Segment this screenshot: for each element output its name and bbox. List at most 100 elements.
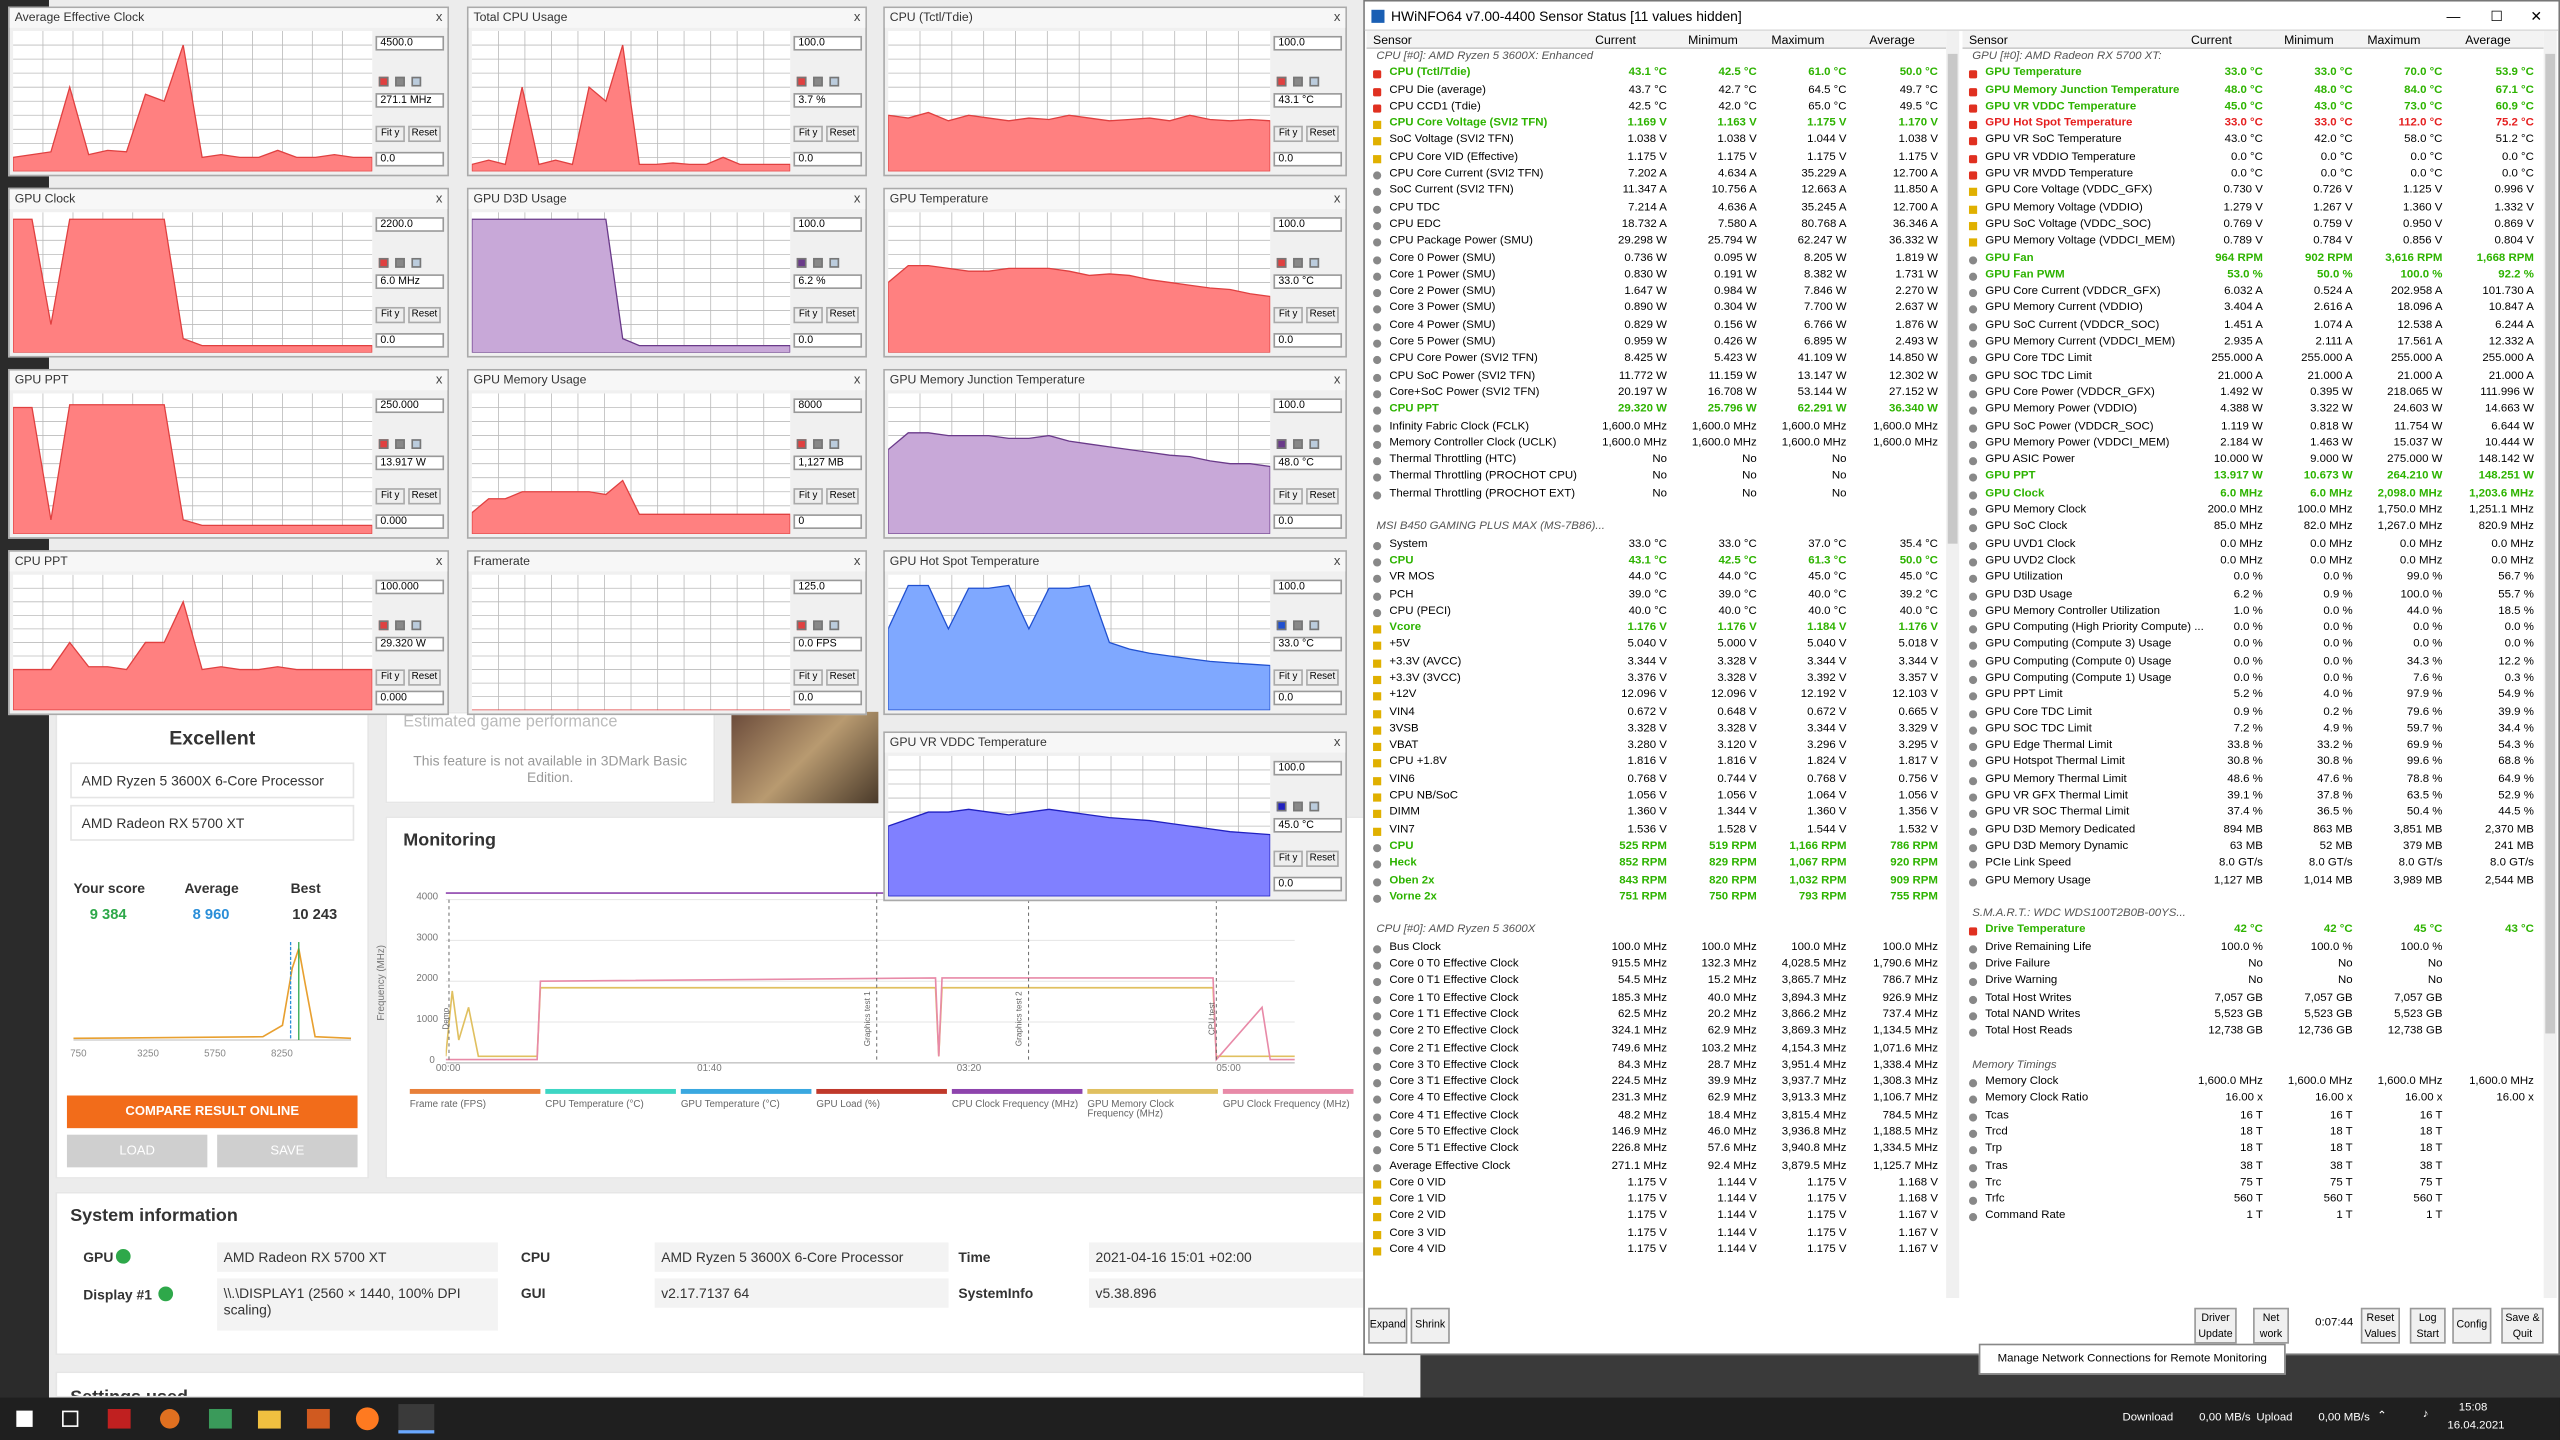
sensor-row[interactable]: Core 0 T0 Effective Clock 915.5 MHz 132.3 … [1367, 957, 1947, 974]
sensor-row[interactable]: GPU Memory Usage 1,127 MB 1,014 MB 3,989 MB… [1962, 873, 2543, 890]
sensor-row[interactable]: Core 3 T0 Effective Clock 84.3 MHz 28.7 MH… [1367, 1058, 1947, 1075]
reset-values-button[interactable]: Reset Values [2360, 1307, 2400, 1344]
sensor-row[interactable]: 3VSB 3.328 V 3.328 V 3.344 V 3.329 V [1367, 721, 1947, 738]
sensor-row[interactable]: VIN6 0.768 V 0.744 V 0.768 V 0.756 V [1367, 772, 1947, 789]
sensor-graph-window[interactable]: GPU Hot Spot Temperature x 100.0 33.0 °C … [883, 550, 1347, 716]
sensor-row[interactable]: Core 3 T1 Effective Clock 224.5 MHz 39.9 M… [1367, 1074, 1947, 1091]
sensor-row[interactable]: Trc 75 T 75 T 75 T [1962, 1175, 2543, 1192]
fit-y-button[interactable]: Fit y [793, 669, 823, 686]
close-icon[interactable]: x [1334, 371, 1341, 391]
sensor-row[interactable] [1962, 1041, 2543, 1058]
fit-y-button[interactable]: Fit y [375, 669, 405, 686]
sensor-row[interactable]: GPU Memory Current (VDDCI_MEM) 2.935 A 2.1… [1962, 335, 2543, 352]
sensor-row[interactable]: Drive Failure No No No [1962, 957, 2543, 974]
maximize-icon[interactable]: ☐ [2490, 2, 2502, 31]
sensor-row[interactable]: GPU SoC Voltage (VDDC_SOC) 0.769 V 0.759 V… [1962, 217, 2543, 234]
sensor-row[interactable]: GPU Computing (Compute 0) Usage 0.0 % 0.0 … [1962, 654, 2543, 671]
fit-y-button[interactable]: Fit y [1273, 306, 1303, 324]
reset-button[interactable]: Reset [408, 125, 441, 143]
close-icon[interactable]: x [1334, 733, 1341, 753]
sensor-row[interactable]: CPU SoC Power (SVI2 TFN) 11.772 W 11.159 W… [1367, 368, 1947, 385]
sensor-row[interactable]: GPU SoC Current (VDDCR_SOC) 1.451 A 1.074 … [1962, 318, 2543, 335]
sensor-row[interactable]: S.M.A.R.T.: WDC WDS100T2B0B-00YS... [1962, 906, 2543, 923]
sensor-row[interactable]: Core 4 Power (SMU) 0.829 W 0.156 W 6.766 W1… [1367, 318, 1947, 335]
col-sensor[interactable]: Sensor [1969, 31, 2008, 49]
app-icon[interactable] [107, 1408, 131, 1429]
sensor-row[interactable]: Total Host Writes 7,057 GB 7,057 GB 7,057 G… [1962, 990, 2543, 1007]
sensor-row[interactable]: GPU SOC TDC Limit 7.2 % 4.9 % 59.7 % 34.4 % [1962, 721, 2543, 738]
sensor-row[interactable]: GPU VR SoC Temperature 43.0 °C 42.0 °C 58.0… [1962, 133, 2543, 150]
sensor-row[interactable]: GPU D3D Memory Dynamic 63 MB 52 MB 379 MB 24… [1962, 839, 2543, 856]
sensor-row[interactable]: GPU VR VDDIO Temperature 0.0 °C 0.0 °C 0.0 … [1962, 150, 2543, 167]
legend-item[interactable]: GPU Temperature (°C) [680, 1088, 812, 1110]
close-icon[interactable]: x [1334, 8, 1341, 28]
sensor-row[interactable]: GPU Core Current (VDDCR_GFX) 6.032 A 0.524… [1962, 284, 2543, 301]
clock-date[interactable]: 16.04.2021 [2447, 1420, 2504, 1431]
sensor-row[interactable]: Core 2 T0 Effective Clock 324.1 MHz 62.9 M… [1367, 1024, 1947, 1041]
color-swatch[interactable] [813, 76, 823, 87]
color-swatch[interactable] [796, 257, 807, 268]
sensor-row[interactable]: GPU Fan 964 RPM 902 RPM 3,616 RPM 1,668 RPM [1962, 251, 2543, 268]
color-swatch[interactable] [1276, 801, 1287, 812]
col-maximum[interactable]: Maximum [2367, 31, 2420, 49]
fit-y-button[interactable]: Fit y [1273, 669, 1303, 686]
sensor-row[interactable]: CPU Core VID (Effective) 1.175 V 1.175 V 1.… [1367, 150, 1947, 167]
sensor-row[interactable]: GPU Computing (Compute 3) Usage 0.0 % 0.0 … [1962, 637, 2543, 654]
reset-button[interactable]: Reset [1306, 850, 1339, 867]
network-button[interactable]: Net work [2253, 1307, 2289, 1344]
color-swatch[interactable] [1293, 76, 1303, 87]
fit-y-button[interactable]: Fit y [375, 488, 405, 505]
sensor-row[interactable]: CPU Package Power (SMU) 29.298 W 25.794 W6… [1367, 234, 1947, 251]
sensor-row[interactable]: GPU VR GFX Thermal Limit 39.1 % 37.8 % 63.5… [1962, 789, 2543, 806]
legend-item[interactable]: GPU Clock Frequency (MHz) [1222, 1088, 1354, 1110]
scrollbar[interactable] [1946, 31, 1960, 1298]
fit-y-button[interactable]: Fit y [375, 306, 405, 324]
close-icon[interactable]: x [436, 8, 443, 28]
sensor-row[interactable]: GPU VR SOC Thermal Limit 37.4 % 36.5 % 50.4… [1962, 805, 2543, 822]
sensor-row[interactable]: Core 1 T0 Effective Clock 185.3 MHz 40.0 M… [1367, 990, 1947, 1007]
close-icon[interactable]: x [854, 8, 861, 28]
sensor-graph-window[interactable]: GPU PPT x 250.000 13.917 W Fit y Reset 0.… [8, 368, 449, 539]
hwinfo-task-icon[interactable] [398, 1404, 435, 1434]
sensor-row[interactable]: CPU 43.1 °C 42.5 °C 61.3 °C 50.0 °C [1367, 553, 1947, 570]
sensor-row[interactable]: GPU Memory Power (VDDCI_MEM) 2.184 W 1.463… [1962, 436, 2543, 453]
sensor-row[interactable]: Memory Controller Clock (UCLK) 1,600.0 MH… [1367, 436, 1947, 453]
sensor-row[interactable]: GPU D3D Usage 6.2 % 0.9 % 100.0 % 55.7 % [1962, 587, 2543, 604]
sensor-graph-window[interactable]: GPU Temperature x 100.0 33.0 °C Fit y Res… [883, 187, 1347, 358]
color-swatch[interactable] [829, 76, 840, 87]
sensor-row[interactable]: Core 0 Power (SMU) 0.736 W 0.095 W 8.205 W1… [1367, 251, 1947, 268]
reset-button[interactable]: Reset [408, 669, 441, 686]
color-swatch[interactable] [395, 257, 405, 268]
color-swatch[interactable] [813, 620, 823, 631]
sensor-row[interactable]: System 33.0 °C 33.0 °C 37.0 °C 35.4 °C [1367, 537, 1947, 554]
col-sensor[interactable]: Sensor [1373, 31, 1412, 49]
fit-y-button[interactable]: Fit y [793, 125, 823, 143]
sensor-row[interactable]: Vcore 1.176 V 1.176 V 1.184 V 1.176 V [1367, 621, 1947, 638]
close-icon[interactable]: x [854, 552, 861, 572]
table-header[interactable]: Sensor Current Minimum Maximum Average [1366, 31, 1947, 49]
sensor-row[interactable]: Core 3 VID 1.175 V 1.144 V 1.175 V 1.167 V [1367, 1226, 1947, 1243]
reset-button[interactable]: Reset [826, 125, 859, 143]
reset-button[interactable]: Reset [1306, 669, 1339, 686]
table-header[interactable]: Sensor Current Minimum Maximum Average [1962, 31, 2544, 49]
color-swatch[interactable] [1276, 439, 1287, 449]
reset-button[interactable]: Reset [826, 669, 859, 686]
sensor-row[interactable]: CPU +1.8V 1.816 V 1.816 V 1.824 V 1.817 V [1367, 755, 1947, 772]
sensor-graph-window[interactable]: GPU D3D Usage x 100.0 6.2 % Fit y Reset 0… [466, 187, 867, 358]
sensor-graph-window[interactable]: GPU Memory Usage x 8000 1,127 MB Fit y Re… [466, 368, 867, 539]
sensor-row[interactable]: CPU Core Current (SVI2 TFN) 7.202 A 4.634 … [1367, 167, 1947, 184]
sensor-row[interactable]: CPU NB/SoC 1.056 V 1.056 V 1.064 V 1.056 V [1367, 789, 1947, 806]
sensor-row[interactable]: Core 4 T1 Effective Clock 48.2 MHz 18.4 MH… [1367, 1108, 1947, 1125]
sensor-row[interactable]: GPU PPT 13.917 W 10.673 W 264.210 W 148.251 … [1962, 469, 2543, 486]
close-icon[interactable]: x [854, 371, 861, 391]
sensor-row[interactable]: Core 5 Power (SMU) 0.959 W 0.426 W 6.895 W2… [1367, 335, 1947, 352]
sensor-row[interactable]: GPU Utilization 0.0 % 0.0 % 99.0 % 56.7 % [1962, 570, 2543, 587]
sensor-row[interactable]: Core 2 VID 1.175 V 1.144 V 1.175 V 1.167 V [1367, 1209, 1947, 1226]
legend-item[interactable]: CPU Temperature (°C) [545, 1088, 676, 1110]
fit-y-button[interactable]: Fit y [793, 306, 823, 324]
color-swatch[interactable] [378, 76, 389, 87]
sensor-row[interactable]: GPU Memory Current (VDDIO) 3.404 A 2.616 A… [1962, 301, 2543, 318]
color-swatch[interactable] [378, 257, 389, 268]
sensor-row[interactable]: GPU Core TDC Limit 0.9 % 0.2 % 79.6 % 39.9 % [1962, 705, 2543, 722]
sensor-row[interactable]: CPU CCD1 (Tdie) 42.5 °C 42.0 °C 65.0 °C 49.5… [1367, 99, 1947, 116]
